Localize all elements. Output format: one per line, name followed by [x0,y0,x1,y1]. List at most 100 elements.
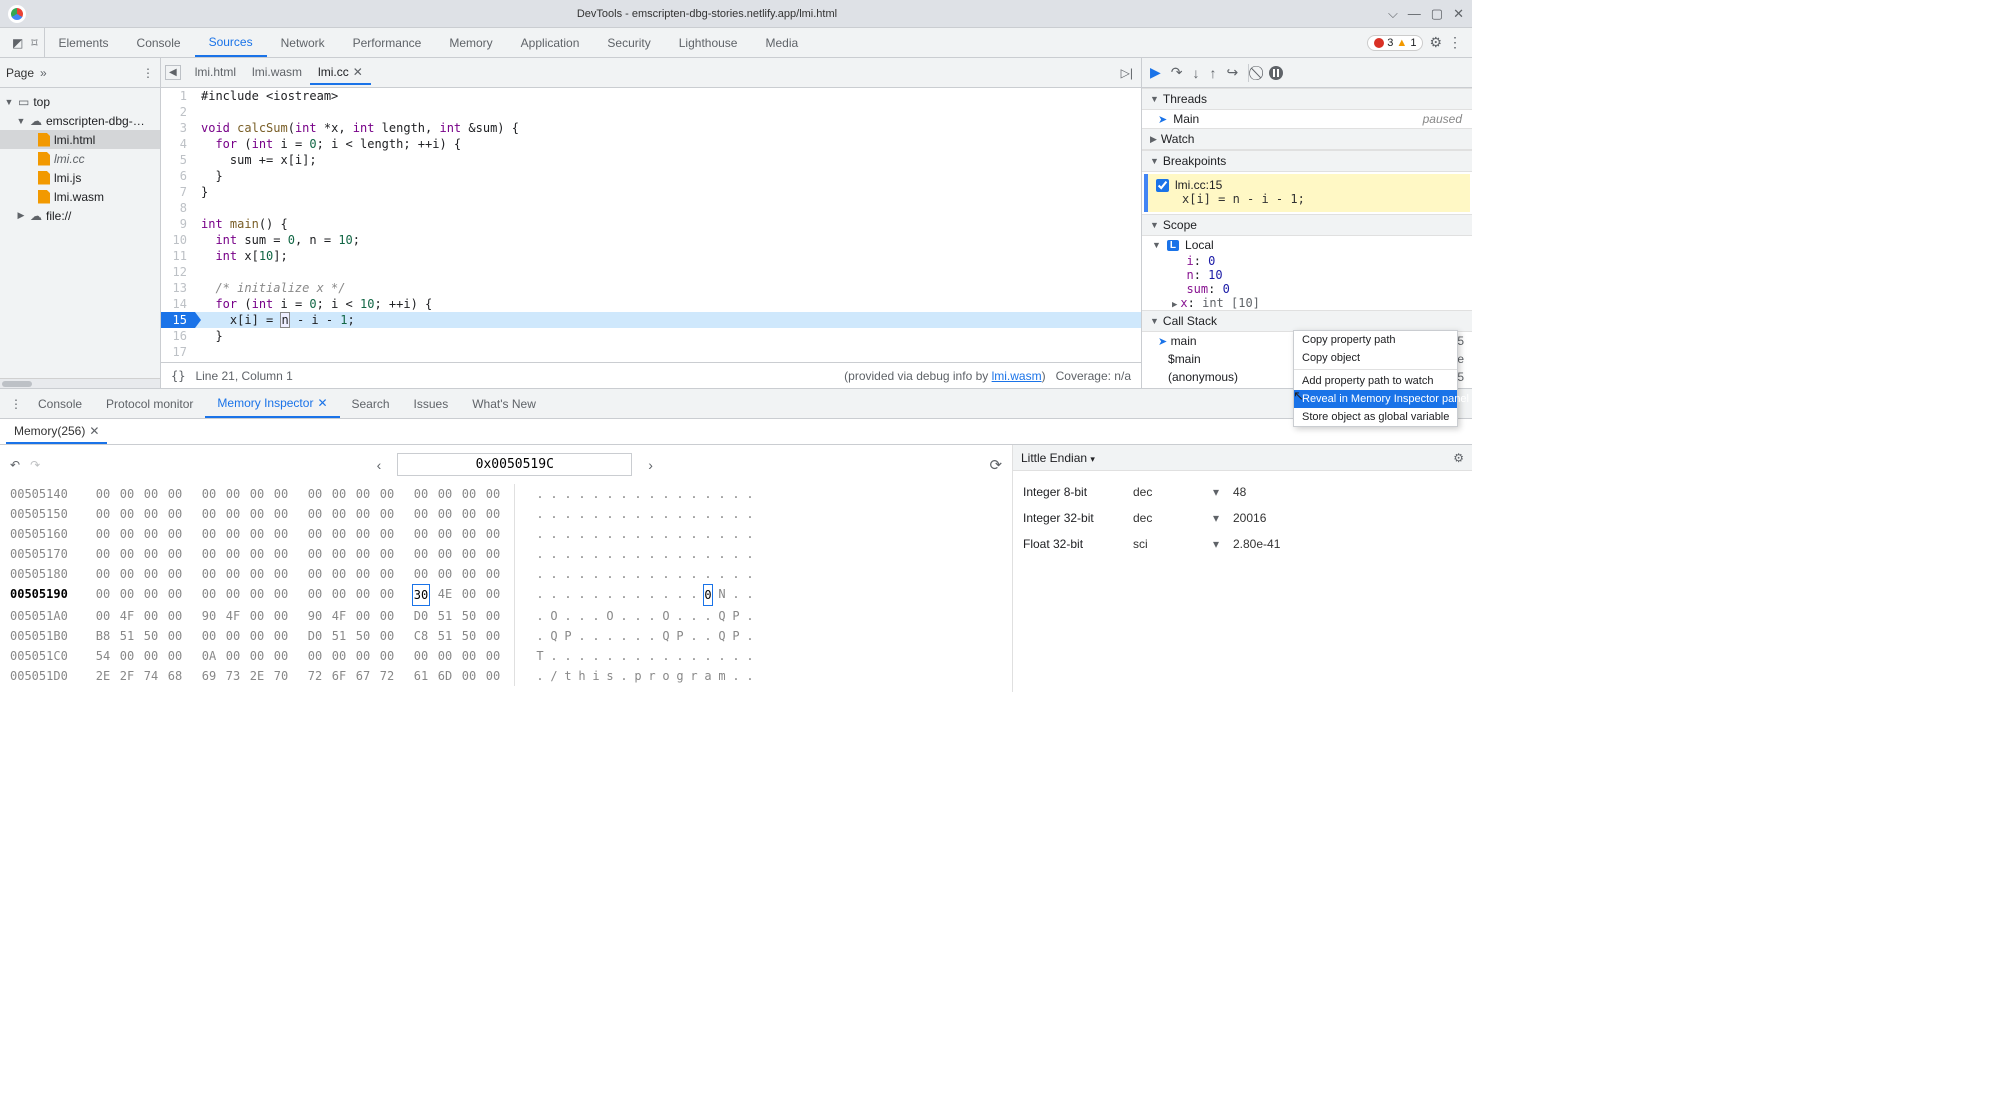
page-title[interactable]: Page [6,66,34,80]
scope-local[interactable]: ▼ L Local [1142,236,1472,254]
tab-application[interactable]: Application [507,28,594,57]
debug-info-link[interactable]: lmi.wasm [992,369,1042,383]
editor-status: {} Line 21, Column 1 (provided via debug… [161,362,1141,388]
window-title: DevTools - emscripten-dbg-stories.netlif… [26,8,1388,20]
tab-elements[interactable]: Elements [45,28,123,57]
drawer-tab-protocol-monitor[interactable]: Protocol monitor [94,389,205,418]
drawer-tab-search[interactable]: Search [340,389,402,418]
close-icon[interactable]: ✕ [89,424,99,438]
endian-select[interactable]: Little Endian ▾ [1021,451,1095,465]
current-thread-icon: ➤ [1158,113,1167,126]
step-into-icon[interactable]: ↓ [1193,65,1200,81]
watch-header[interactable]: ▶Watch [1142,128,1472,150]
inspect-icon[interactable]: ◩ [12,36,23,50]
gear-icon[interactable]: ⚙ [1429,34,1442,51]
chevron-down-icon[interactable]: ▾ [1213,485,1233,499]
page-next-icon[interactable]: › [642,457,659,473]
editor-tab-lmi-wasm[interactable]: lmi.wasm [244,61,310,85]
run-snippet-icon[interactable]: ▷| [1121,66,1137,80]
current-frame-icon: ➤ [1158,335,1167,348]
threads-header[interactable]: ▼Threads [1142,88,1472,110]
editor-tab-lmi-html[interactable]: lmi.html [187,61,244,85]
ctx-add-property-path-to-watch[interactable]: Add property path to watch [1294,372,1457,390]
chevron-down-icon[interactable]: ▾ [1213,537,1233,551]
ctx-copy-object[interactable]: Copy object [1294,349,1457,367]
minimize-icon[interactable]: — [1408,6,1421,22]
step-out-icon[interactable]: ↑ [1210,65,1217,81]
format-select[interactable]: dec [1133,511,1213,525]
chevron-down-icon[interactable]: ▾ [1213,511,1233,525]
close-icon[interactable]: ✕ [1453,6,1464,22]
scope-var-n[interactable]: n: 10 [1142,268,1472,282]
format-select[interactable]: dec [1133,485,1213,499]
file-lmi-wasm[interactable]: lmi.wasm [0,187,160,206]
tree-cloud-origin[interactable]: ▼☁ emscripten-dbg-… [0,111,160,130]
kebab-icon[interactable]: ⋮ [1448,34,1462,51]
navigator-scrollbar[interactable] [0,378,160,388]
drawer-tab-what-s-new[interactable]: What's New [460,389,548,418]
format-select[interactable]: sci [1133,537,1213,551]
file-lmi-html[interactable]: lmi.html [0,130,160,149]
error-warning-badge[interactable]: 3 ▲ 1 [1367,35,1423,51]
hex-viewer[interactable]: 0050514000000000000000000000000000000000… [10,484,1002,686]
page-prev-icon[interactable]: ‹ [371,457,388,473]
file-icon [38,190,50,204]
drawer-tab-issues[interactable]: Issues [402,389,461,418]
step-icon[interactable]: ↪ [1227,64,1239,81]
dropdown-icon[interactable]: ⌵ [1388,6,1398,22]
scope-var-x[interactable]: ▶x: int [10] [1142,296,1472,310]
maximize-icon[interactable]: ▢ [1431,6,1443,22]
debugger-sidebar: ▶ ↷ ↓ ↑ ↪ ⃠ ▼Threads ➤ Main paused ▶Watc… [1142,58,1472,388]
scope-header[interactable]: ▼Scope [1142,214,1472,236]
resume-icon[interactable]: ▶ [1150,64,1161,81]
tree-top[interactable]: ▼▭ top [0,92,160,111]
code-editor[interactable]: 1#include <iostream>23void calcSum(int *… [161,88,1141,362]
drawer: ⋮ ConsoleProtocol monitorMemory Inspecto… [0,388,1472,692]
warning-icon: ▲ [1396,37,1407,49]
tab-performance[interactable]: Performance [339,28,436,57]
breakpoint-checkbox[interactable] [1156,179,1169,192]
file-lmi-cc[interactable]: lmi.cc [0,149,160,168]
tab-network[interactable]: Network [267,28,339,57]
thread-main[interactable]: ➤ Main paused [1142,110,1472,128]
drawer-menu-icon[interactable]: ⋮ [6,397,26,411]
history-forward-icon[interactable]: ↷ [30,458,40,472]
tab-media[interactable]: Media [751,28,812,57]
gear-icon[interactable]: ⚙ [1453,451,1464,465]
scope-var-sum[interactable]: sum: 0 [1142,282,1472,296]
history-back-icon[interactable]: ↶ [10,458,20,472]
tab-memory[interactable]: Memory [435,28,506,57]
drawer-tab-memory-inspector[interactable]: Memory Inspector ✕ [205,389,339,418]
memory-tab[interactable]: Memory(256) ✕ [6,419,107,444]
close-icon[interactable]: ✕ [317,396,327,410]
device-toggle-icon[interactable]: ⌑ [31,36,37,50]
ctx-store-object-as-global-variable[interactable]: Store object as global variable [1294,408,1457,426]
pause-exceptions-icon[interactable] [1269,66,1283,80]
drawer-tab-console[interactable]: Console [26,389,94,418]
refresh-icon[interactable]: ⟳ [989,456,1002,474]
breakpoints-header[interactable]: ▼Breakpoints [1142,150,1472,172]
ctx-reveal-in-memory-inspector-panel[interactable]: Reveal in Memory Inspector panel [1294,390,1457,408]
chrome-icon [8,5,26,23]
callstack-header[interactable]: ▼Call Stack [1142,310,1472,332]
tab-console[interactable]: Console [123,28,195,57]
nav-back-icon[interactable]: ◀ [165,65,181,80]
editor-tab-lmi-cc[interactable]: lmi.cc✕ [310,61,371,85]
step-over-icon[interactable]: ↷ [1171,64,1183,81]
editor-panel: ◀ lmi.htmllmi.wasmlmi.cc✕ ▷| 1#include <… [161,58,1141,388]
navigator-menu-icon[interactable]: ⋮ [142,66,154,80]
tree-file-scheme[interactable]: ▶☁ file:// [0,206,160,225]
tab-lighthouse[interactable]: Lighthouse [665,28,752,57]
ctx-copy-property-path[interactable]: Copy property path [1294,331,1457,349]
address-input[interactable] [397,453,632,476]
chevron-right-icon[interactable]: » [40,66,47,80]
close-icon[interactable]: ✕ [353,65,363,79]
value-integer-8-bit: Integer 8-bitdec▾48 [1023,479,1462,505]
pretty-print-icon[interactable]: {} [171,369,185,383]
tab-security[interactable]: Security [593,28,664,57]
file-lmi-js[interactable]: lmi.js [0,168,160,187]
tab-sources[interactable]: Sources [195,28,267,57]
breakpoint-item[interactable]: lmi.cc:15 x[i] = n - i - 1; [1144,174,1470,212]
context-menu[interactable]: Copy property pathCopy object Add propert… [1293,330,1458,427]
scope-var-i[interactable]: i: 0 [1142,254,1472,268]
